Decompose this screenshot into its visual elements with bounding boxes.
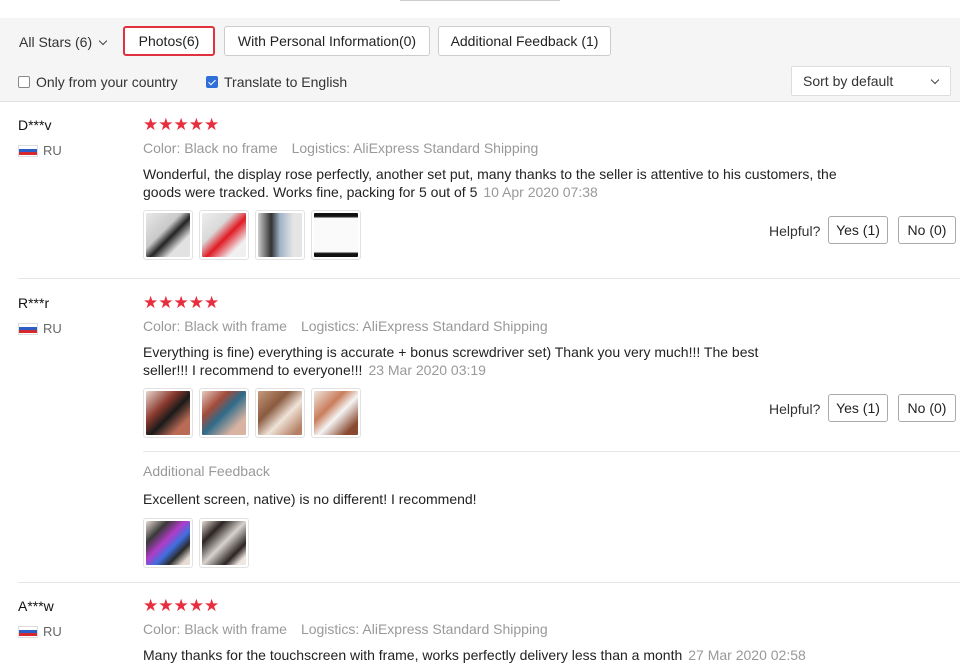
reviewer-name: D***v — [18, 117, 52, 133]
review-photos — [143, 388, 361, 438]
review-meta: Color: Black with frame Logistics: AliExp… — [143, 318, 548, 334]
review-photo-thumb[interactable] — [199, 210, 249, 260]
review-filter-bar: All Stars (6) Photos(6) With Personal In… — [0, 18, 960, 102]
variant-color: Color: Black with frame — [143, 318, 287, 334]
translate-label: Translate to English — [224, 74, 348, 90]
reviewer-name: R***r — [18, 295, 50, 311]
sort-select[interactable]: Sort by default — [791, 66, 951, 96]
review-photo-thumb[interactable] — [311, 210, 361, 260]
helpful-label: Helpful? — [769, 223, 821, 239]
helpful-no-button[interactable]: No (0) — [898, 216, 956, 244]
reviewer-country: RU — [18, 321, 62, 336]
russia-flag-icon — [18, 144, 38, 157]
helpful-label: Helpful? — [769, 401, 821, 417]
logistics-info: Logistics: AliExpress Standard Shipping — [291, 140, 539, 156]
star-rating: ★★★★★ — [143, 293, 220, 312]
review-date: 27 Mar 2020 02:58 — [688, 647, 806, 663]
top-strip — [0, 0, 960, 18]
review-text: Many thanks for the touchscreen with fra… — [143, 646, 943, 664]
logistics-info: Logistics: AliExpress Standard Shipping — [300, 621, 548, 637]
review-photo-thumb[interactable] — [199, 388, 249, 438]
review-photo-thumb[interactable] — [311, 388, 361, 438]
additional-feedback-divider — [143, 451, 960, 452]
all-stars-label: All Stars (6) — [19, 34, 93, 50]
translate-checkbox-row[interactable]: Translate to English — [206, 74, 347, 90]
russia-flag-icon — [18, 322, 38, 335]
only-country-checkbox[interactable] — [18, 76, 30, 88]
review-photo-thumb[interactable] — [255, 210, 305, 260]
helpful-yes-button[interactable]: Yes (1) — [828, 394, 888, 422]
additional-feedback-text: Excellent screen, native) is no differen… — [143, 491, 477, 507]
review-text: Everything is fine) everything is accura… — [143, 343, 803, 379]
review-photo-thumb[interactable] — [143, 388, 193, 438]
review-date: 10 Apr 2020 07:38 — [483, 184, 598, 200]
review-meta: Color: Black with frame Logistics: AliExp… — [143, 621, 548, 637]
review-date: 23 Mar 2020 03:19 — [368, 362, 486, 378]
country-code: RU — [43, 321, 62, 336]
review-divider — [18, 278, 960, 279]
chevron-down-icon — [930, 75, 940, 85]
only-country-checkbox-row[interactable]: Only from your country — [18, 74, 178, 90]
filter-additional-feedback-button[interactable]: Additional Feedback (1) — [438, 26, 611, 56]
review-body: Many thanks for the touchscreen with fra… — [143, 647, 683, 663]
country-code: RU — [43, 143, 62, 158]
review-photo-thumb[interactable] — [255, 388, 305, 438]
all-stars-dropdown[interactable]: All Stars (6) — [19, 34, 108, 50]
helpful-yes-button[interactable]: Yes (1) — [828, 216, 888, 244]
review-photo-thumb[interactable] — [143, 210, 193, 260]
additional-feedback-title: Additional Feedback — [143, 463, 270, 479]
additional-feedback-photos — [143, 518, 249, 568]
variant-color: Color: Black no frame — [143, 140, 278, 156]
logistics-info: Logistics: AliExpress Standard Shipping — [300, 318, 548, 334]
russia-flag-icon — [18, 625, 38, 638]
filter-photos-button[interactable]: Photos(6) — [123, 26, 215, 56]
review-photos — [143, 210, 361, 260]
star-rating: ★★★★★ — [143, 115, 220, 134]
translate-checkbox[interactable] — [206, 76, 218, 88]
variant-color: Color: Black with frame — [143, 621, 287, 637]
sort-label: Sort by default — [803, 73, 894, 89]
chevron-down-icon — [98, 36, 108, 46]
review-photo-thumb[interactable] — [143, 518, 193, 568]
review-meta: Color: Black no frame Logistics: AliExpre… — [143, 140, 538, 156]
review-divider — [18, 582, 960, 583]
review-text: Wonderful, the display rose perfectly, a… — [143, 165, 843, 201]
reviewer-name: A***w — [18, 598, 54, 614]
reviewer-country: RU — [18, 624, 62, 639]
only-country-label: Only from your country — [36, 74, 178, 90]
country-code: RU — [43, 624, 62, 639]
reviewer-country: RU — [18, 143, 62, 158]
review-photo-thumb[interactable] — [199, 518, 249, 568]
helpful-no-button[interactable]: No (0) — [898, 394, 956, 422]
star-rating: ★★★★★ — [143, 596, 220, 615]
filter-personal-info-button[interactable]: With Personal Information(0) — [224, 26, 430, 56]
